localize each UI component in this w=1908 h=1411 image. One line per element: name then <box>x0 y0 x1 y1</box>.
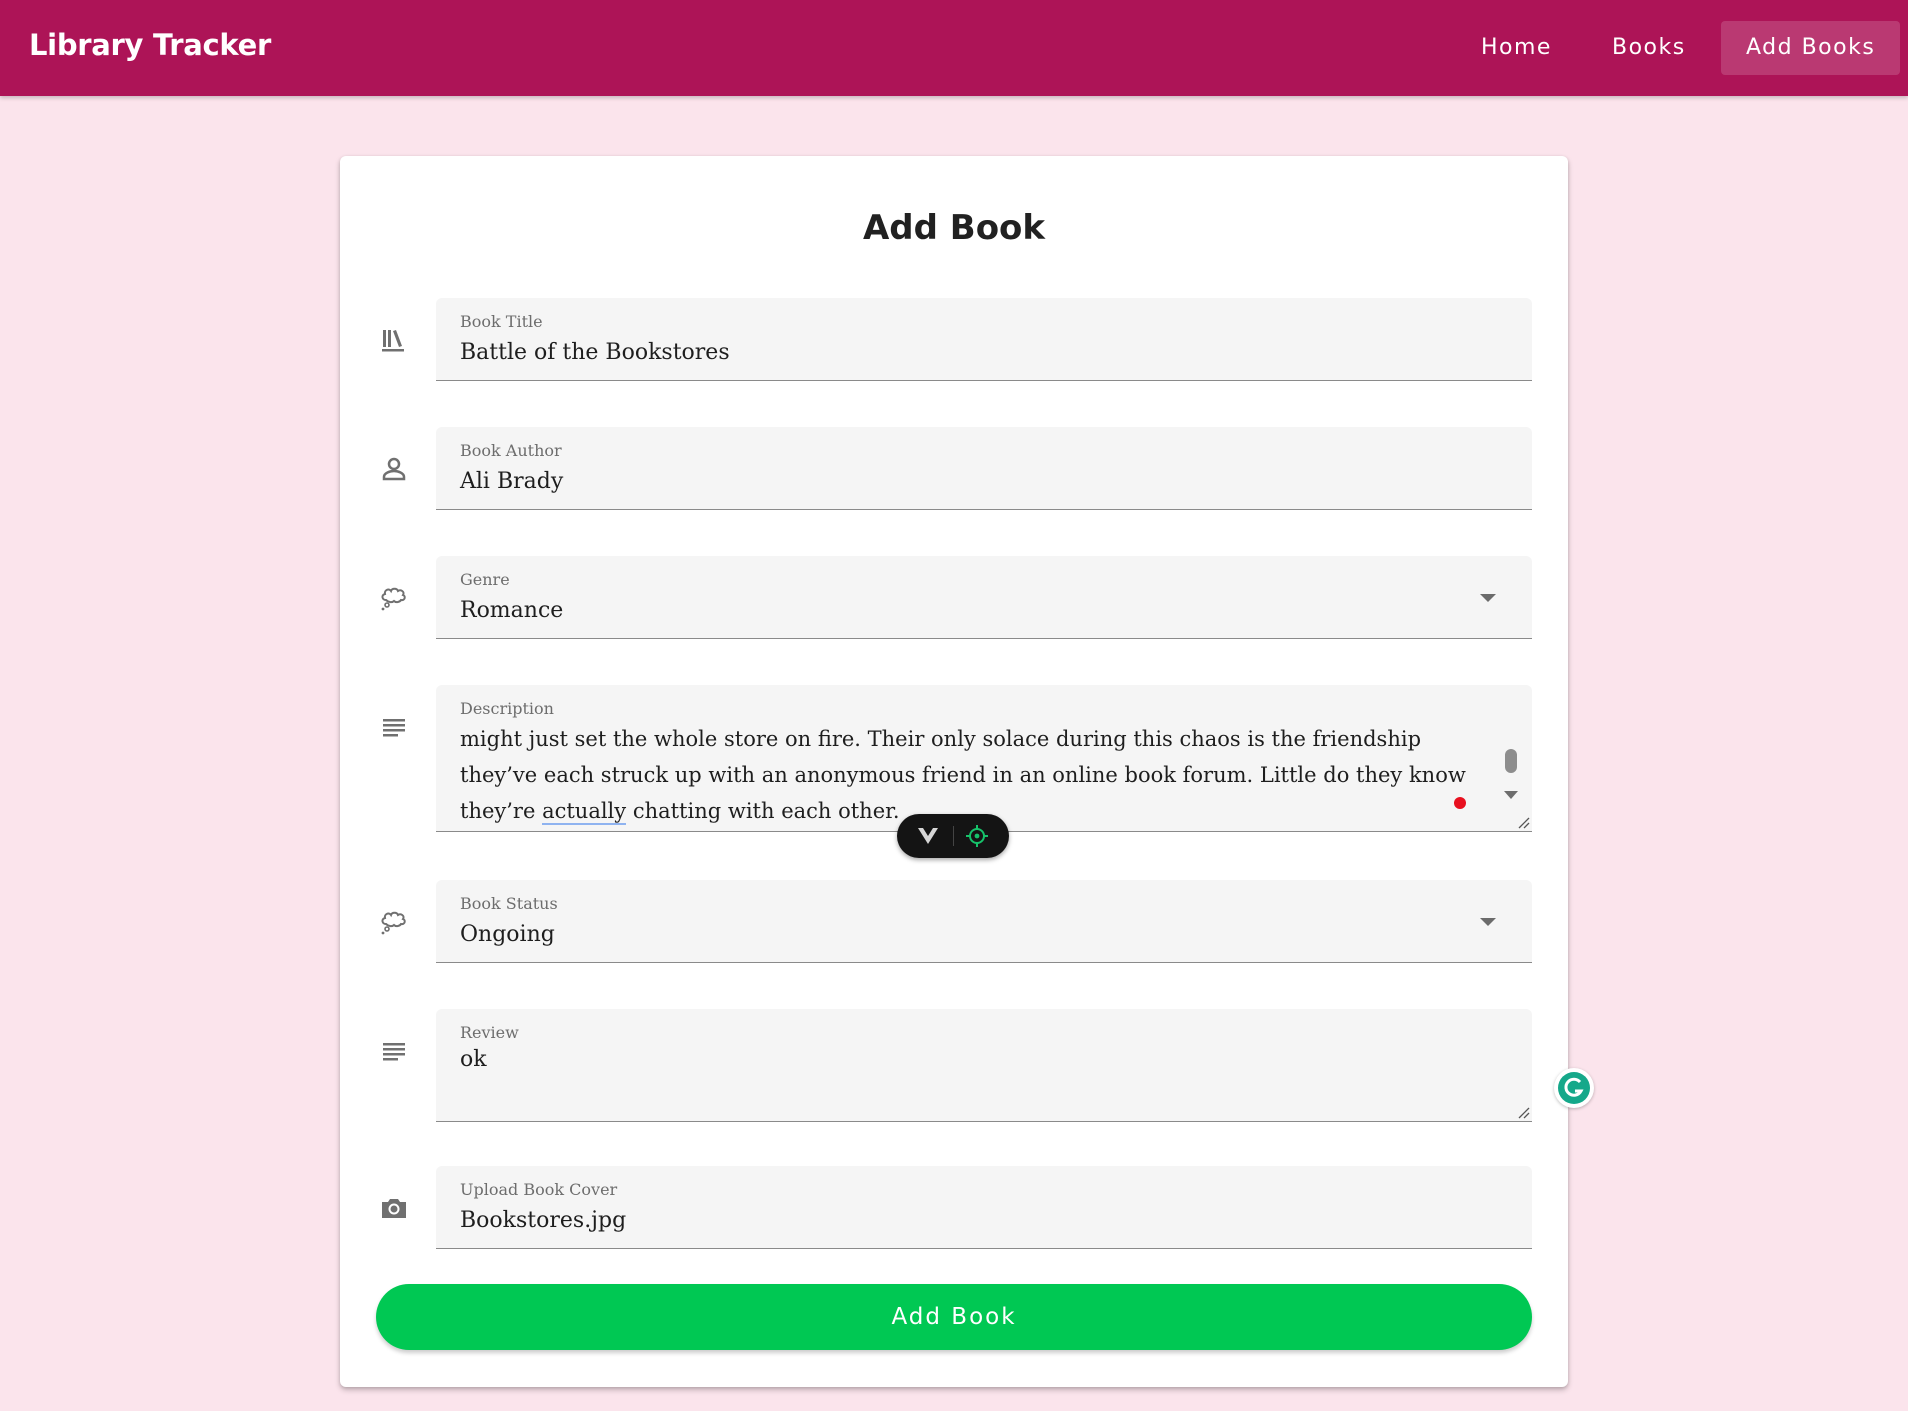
v-logo-icon[interactable] <box>915 825 941 847</box>
genre-label: Genre <box>460 570 510 589</box>
toolbar-divider <box>953 826 954 846</box>
thought-bubble-icon <box>378 582 410 614</box>
nav-books-button[interactable]: Books <box>1587 21 1711 75</box>
thought-bubble-icon <box>378 906 410 938</box>
resize-handle-icon[interactable] <box>1516 815 1530 829</box>
library-books-icon <box>378 324 410 356</box>
review-value[interactable]: ok <box>460 1047 487 1072</box>
review-label: Review <box>460 1023 519 1042</box>
upload-cover-value[interactable]: Bookstores.jpg <box>460 1208 626 1233</box>
book-author-field[interactable]: Book Author Ali Brady <box>436 427 1532 510</box>
spellcheck-word[interactable]: actually <box>542 799 627 825</box>
chevron-down-icon[interactable] <box>1480 918 1496 926</box>
scrollbar-thumb[interactable] <box>1505 749 1517 773</box>
book-title-label: Book Title <box>460 312 543 331</box>
book-status-label: Book Status <box>460 894 558 913</box>
add-book-submit-button[interactable]: Add Book <box>376 1284 1532 1350</box>
red-dot-indicator <box>1454 797 1466 809</box>
review-textarea[interactable]: Review ok <box>436 1009 1594 1122</box>
description-textarea[interactable]: Description might just set the whole sto… <box>436 685 1532 832</box>
floating-extension-toolbar <box>897 814 1009 858</box>
nav-home-button[interactable]: Home <box>1456 21 1577 75</box>
grammarly-icon[interactable] <box>1554 1068 1594 1108</box>
book-title-value[interactable]: Battle of the Bookstores <box>460 340 730 365</box>
app-title: Library Tracker <box>29 28 271 62</box>
resize-handle-icon[interactable] <box>1516 1105 1530 1119</box>
nav-add-books-button[interactable]: Add Books <box>1721 21 1901 75</box>
scroll-down-arrow-icon[interactable] <box>1504 791 1518 799</box>
description-text[interactable]: might just set the whole store on fire. … <box>460 721 1470 829</box>
add-book-card: Add Book Book Title Battle of the Bookst… <box>340 156 1594 1387</box>
notes-icon <box>378 1035 410 1067</box>
notes-icon <box>378 711 410 743</box>
upload-cover-field[interactable]: Upload Book Cover Bookstores.jpg <box>436 1166 1532 1249</box>
description-label: Description <box>460 699 554 718</box>
page-title: Add Book <box>862 208 1046 248</box>
genre-value: Romance <box>460 598 564 623</box>
upload-cover-label: Upload Book Cover <box>460 1180 618 1199</box>
book-author-label: Book Author <box>460 441 562 460</box>
app-bar: Library Tracker Home Books Add Books <box>0 0 1908 96</box>
person-icon <box>378 453 410 485</box>
book-status-select[interactable]: Book Status Ongoing <box>436 880 1532 963</box>
book-status-value: Ongoing <box>460 922 555 947</box>
camera-icon <box>378 1192 410 1224</box>
book-author-value[interactable]: Ali Brady <box>460 469 563 494</box>
genre-select[interactable]: Genre Romance <box>436 556 1532 639</box>
book-title-field[interactable]: Book Title Battle of the Bookstores <box>436 298 1532 381</box>
description-text-part: chatting with each other. <box>626 799 900 823</box>
target-icon[interactable] <box>965 824 989 848</box>
chevron-down-icon[interactable] <box>1480 594 1496 602</box>
